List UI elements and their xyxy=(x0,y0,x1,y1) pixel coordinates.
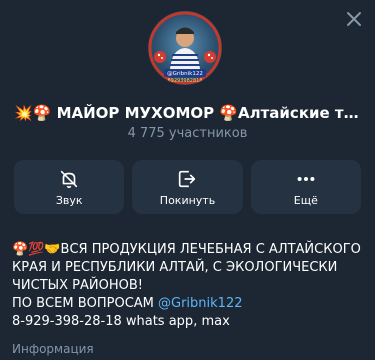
phone-line: 8-929-398-28-18 whats app, max xyxy=(12,314,230,329)
more-button[interactable]: Ещё xyxy=(250,160,361,214)
exit-icon xyxy=(179,170,196,187)
bell-off-icon xyxy=(60,170,78,188)
username-link[interactable]: @Gribnik122 xyxy=(158,296,242,311)
more-icon xyxy=(297,176,315,181)
description-line: 🍄💯🤝ВСЯ ПРОДУКЦИЯ ЛЕЧЕБНАЯ С АЛТАЙСКОГО xyxy=(12,242,361,257)
info-label: Информация xyxy=(12,342,94,356)
avatar: @Gribnik122 89293982818 xyxy=(148,11,222,85)
avatar-phone-text: 89293982818 xyxy=(168,78,203,84)
channel-title: 💥🍄 МАЙОР МУХОМОР 🍄Алтайские товары... xyxy=(14,104,375,122)
description-line: ЧИСТЫХ РАЙОНОВ! xyxy=(12,278,143,293)
channel-description: 🍄💯🤝ВСЯ ПРОДУКЦИЯ ЛЕЧЕБНАЯ С АЛТАЙСКОГО К… xyxy=(12,241,367,331)
description-line: ПО ВСЕМ ВОПРОСАМ @Gribnik122 xyxy=(12,295,367,313)
avatar-image: @Gribnik122 89293982818 xyxy=(148,11,222,85)
leave-label: Покинуть xyxy=(159,193,216,207)
mute-label: Звук xyxy=(55,193,83,207)
contact-prefix: ПО ВСЕМ ВОПРОСАМ xyxy=(12,296,159,311)
leave-button[interactable]: Покинуть xyxy=(132,160,243,214)
close-icon[interactable] xyxy=(343,8,365,30)
more-label: Ещё xyxy=(293,193,318,207)
member-count: 4 775 участников xyxy=(127,126,248,141)
mute-button[interactable]: Звук xyxy=(14,160,125,214)
description-line: КРАЯ И РЕСПУБЛИКИ АЛТАЙ, С ЭКОЛОГИЧЕСКИ xyxy=(12,260,338,275)
action-bar: Звук Покинуть Ещё xyxy=(14,160,361,214)
avatar-badge-text: @Gribnik122 xyxy=(167,71,203,77)
